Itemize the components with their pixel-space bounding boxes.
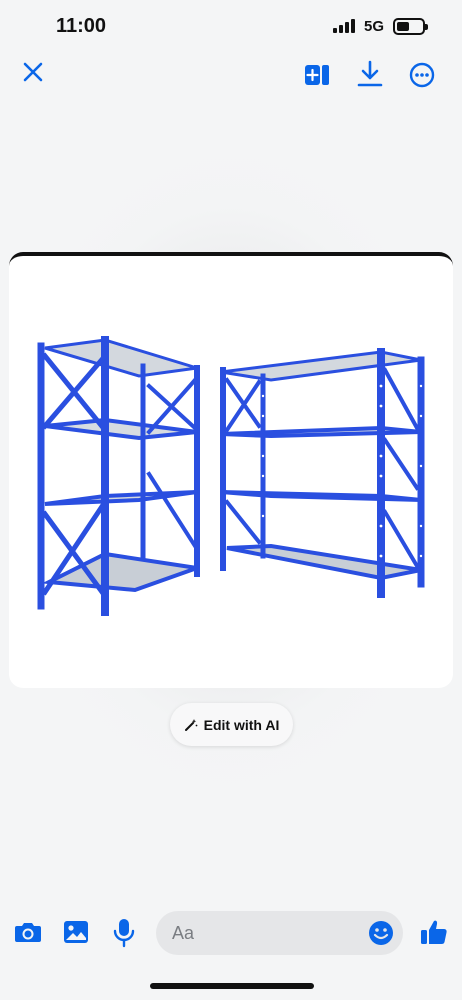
signal-strength-icon (333, 19, 355, 33)
network-type: 5G (364, 18, 385, 35)
add-to-collection-button[interactable] (302, 60, 332, 90)
gallery-button[interactable] (61, 916, 91, 948)
message-input[interactable] (172, 922, 352, 944)
status-bar: 11:00 5G (0, 0, 462, 52)
emoji-button[interactable] (366, 918, 396, 948)
battery-icon (393, 18, 428, 35)
close-icon (23, 62, 43, 82)
home-indicator (150, 983, 314, 989)
status-time: 11:00 (56, 15, 107, 37)
gallery-icon (64, 921, 88, 943)
microphone-button[interactable] (110, 916, 138, 950)
close-button[interactable] (18, 57, 48, 87)
more-options-button[interactable] (407, 60, 437, 90)
thumbs-up-icon (421, 920, 447, 944)
download-button[interactable] (355, 58, 385, 90)
microphone-icon (113, 919, 135, 948)
shelving-racks-image (37, 336, 425, 616)
magic-wand-icon (184, 718, 198, 731)
more-options-icon (409, 62, 435, 88)
like-button[interactable] (418, 915, 450, 949)
download-icon (357, 60, 383, 87)
emoji-icon (369, 921, 393, 945)
add-to-collection-icon (305, 65, 329, 85)
camera-icon (15, 923, 41, 942)
shared-image[interactable] (9, 252, 453, 688)
edit-with-ai-button[interactable]: Edit with AI (170, 703, 293, 746)
camera-button[interactable] (12, 916, 44, 948)
edit-with-ai-label: Edit with AI (203, 716, 280, 733)
